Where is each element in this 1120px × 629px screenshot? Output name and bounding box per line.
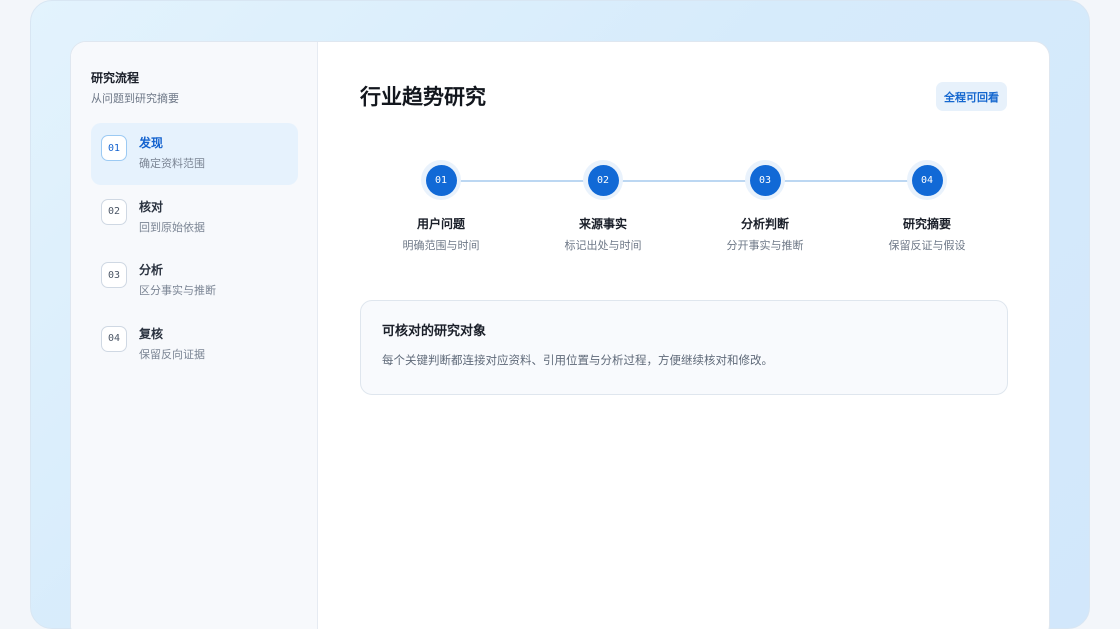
flow-node-number: 04 (911, 164, 943, 196)
step-desc: 保留反向证据 (139, 347, 205, 361)
flow-node-label: 来源事实 (578, 217, 627, 231)
sidebar-subtitle: 从问题到研究摘要 (91, 92, 179, 105)
flow-node-summary: 04 研究摘要 保留反证与假设 (847, 160, 1007, 253)
sidebar: 研究流程 从问题到研究摘要 01 发现 确定资料范围 02 核对 回到原始依据 … (71, 42, 318, 629)
flow-node-label: 用户问题 (416, 217, 465, 231)
step-number: 02 (101, 198, 127, 225)
info-card-title: 可核对的研究对象 (382, 324, 487, 339)
flow-node-label: 研究摘要 (902, 217, 951, 231)
step-number: 01 (101, 135, 127, 161)
step-desc: 确定资料范围 (139, 157, 205, 170)
flow-node-desc: 标记出处与时间 (564, 239, 642, 252)
step-desc: 回到原始依据 (139, 220, 205, 234)
flow-node-desc: 明确范围与时间 (402, 239, 480, 252)
step-label: 分析 (139, 263, 164, 277)
sidebar-step-discover[interactable]: 01 发现 确定资料范围 (91, 123, 298, 185)
sidebar-steps: 01 发现 确定资料范围 02 核对 回到原始依据 03 分析 区分事实与推断 (91, 123, 298, 376)
main-panel: 行业趋势研究 全程可回看 01 用户问题 明确范围与时间 02 来源事实 标记出… (318, 42, 1049, 629)
flow-node-question: 01 用户问题 明确范围与时间 (361, 160, 521, 253)
step-number: 03 (101, 262, 127, 288)
flow-node-facts: 02 来源事实 标记出处与时间 (523, 160, 683, 253)
flow-node-analysis: 03 分析判断 分开事实与推断 (685, 160, 845, 253)
page-title: 行业趋势研究 (360, 85, 486, 109)
process-flow: 01 用户问题 明确范围与时间 02 来源事实 标记出处与时间 03 分析判断 … (360, 160, 1008, 260)
step-number: 04 (101, 325, 127, 352)
step-label: 核对 (139, 199, 164, 214)
sidebar-step-review[interactable]: 04 复核 保留反向证据 (91, 314, 298, 376)
flow-node-number: 01 (425, 164, 457, 196)
flow-node-number: 02 (587, 164, 619, 196)
info-card-text: 每个关键判断都连接对应资料、引用位置与分析过程，方便继续核对和修改。 (382, 353, 773, 367)
flow-node-desc: 分开事实与推断 (726, 239, 804, 252)
flow-node-label: 分析判断 (740, 217, 789, 231)
step-label: 复核 (139, 326, 164, 341)
research-window: 研究流程 从问题到研究摘要 01 发现 确定资料范围 02 核对 回到原始依据 … (70, 41, 1050, 629)
step-desc: 区分事实与推断 (139, 284, 216, 297)
info-card: 可核对的研究对象 每个关键判断都连接对应资料、引用位置与分析过程，方便继续核对和… (360, 300, 1008, 395)
flow-node-number: 03 (749, 164, 781, 196)
replay-badge[interactable]: 全程可回看 (936, 82, 1007, 111)
sidebar-title: 研究流程 (91, 71, 140, 85)
flow-node-desc: 保留反证与假设 (888, 239, 966, 252)
sidebar-step-verify[interactable]: 02 核对 回到原始依据 (91, 187, 298, 249)
sidebar-step-analyze[interactable]: 03 分析 区分事实与推断 (91, 250, 298, 312)
step-label: 发现 (139, 136, 164, 150)
